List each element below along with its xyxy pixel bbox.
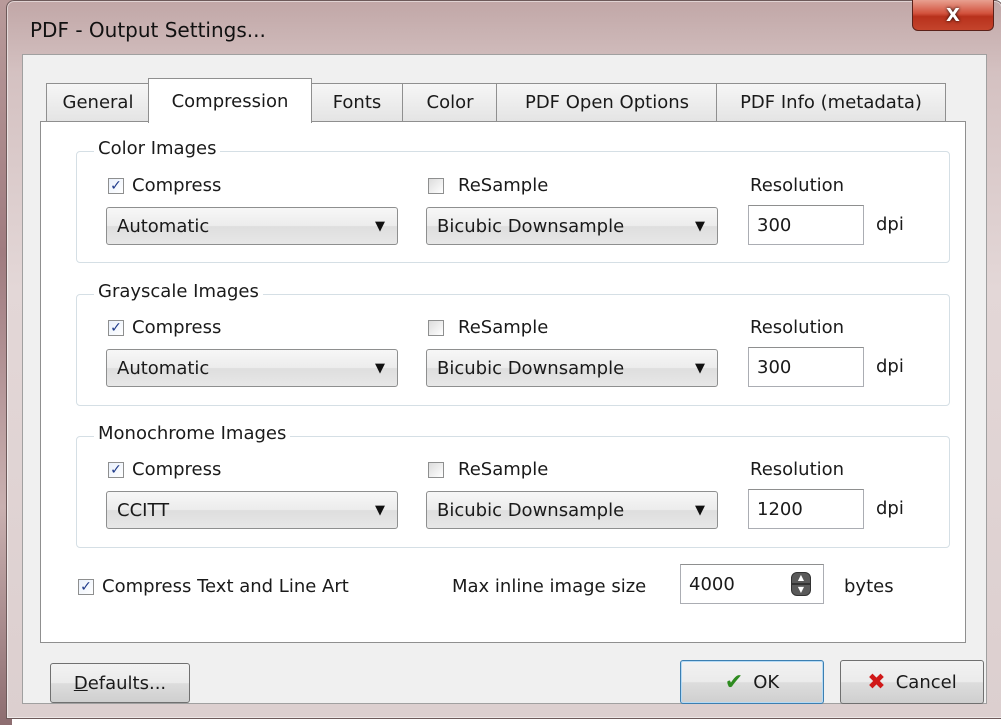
max-inline-image-size-label: Max inline image size xyxy=(452,576,647,597)
monochrome-dpi-label: dpi xyxy=(876,498,904,519)
color-compression-method-select[interactable]: Automatic ▼ xyxy=(106,207,398,245)
checkmark-icon: ✔ xyxy=(724,669,744,695)
close-icon: X xyxy=(946,4,960,26)
monochrome-compress-checkbox[interactable]: ✓ Compress xyxy=(108,459,221,480)
grayscale-resolution-label: Resolution xyxy=(750,317,845,338)
monochrome-compression-method-select[interactable]: CCITT ▼ xyxy=(106,491,398,529)
dropdown-arrow-icon: ▼ xyxy=(375,218,385,234)
dropdown-arrow-icon: ▼ xyxy=(695,502,705,518)
grayscale-compress-checkbox[interactable]: ✓ Compress xyxy=(108,317,221,338)
color-compress-checkbox[interactable]: ✓ Compress xyxy=(108,175,221,196)
tab-compression[interactable]: Compression xyxy=(148,78,312,123)
cancel-x-icon: ✖ xyxy=(867,669,886,695)
monochrome-resample-method-select[interactable]: Bicubic Downsample ▼ xyxy=(426,491,718,529)
monochrome-resolution-input[interactable]: 1200 xyxy=(748,489,864,529)
dropdown-arrow-icon: ▼ xyxy=(375,360,385,376)
tab-pdf-info[interactable]: PDF Info (metadata) xyxy=(716,83,946,121)
color-resample-checkbox[interactable]: ReSample xyxy=(428,175,548,196)
checkmark-icon: ✓ xyxy=(78,578,94,595)
checkmark-icon: ✓ xyxy=(108,461,124,478)
dropdown-arrow-icon: ▼ xyxy=(375,502,385,518)
monochrome-resample-checkbox[interactable]: ReSample xyxy=(428,459,548,480)
monochrome-resolution-label: Resolution xyxy=(750,459,845,480)
defaults-button[interactable]: Defaults... xyxy=(50,663,190,703)
grayscale-resample-method-select[interactable]: Bicubic Downsample ▼ xyxy=(426,349,718,387)
checkmark-icon: ✓ xyxy=(108,319,124,336)
tab-general[interactable]: General xyxy=(46,83,150,121)
monochrome-images-title: Monochrome Images xyxy=(94,423,291,444)
tab-color[interactable]: Color xyxy=(402,83,498,121)
grayscale-resample-checkbox[interactable]: ReSample xyxy=(428,317,548,338)
color-images-title: Color Images xyxy=(94,138,221,159)
ok-button[interactable]: ✔ OK xyxy=(680,660,824,704)
window-title: PDF - Output Settings... xyxy=(30,18,266,42)
color-resolution-label: Resolution xyxy=(750,175,845,196)
dropdown-arrow-icon: ▼ xyxy=(695,218,705,234)
tab-pdf-open-options[interactable]: PDF Open Options xyxy=(496,83,718,121)
color-resample-method-select[interactable]: Bicubic Downsample ▼ xyxy=(426,207,718,245)
grayscale-compression-method-select[interactable]: Automatic ▼ xyxy=(106,349,398,387)
dropdown-arrow-icon: ▼ xyxy=(695,360,705,376)
color-resolution-input[interactable]: 300 xyxy=(748,205,864,245)
color-dpi-label: dpi xyxy=(876,214,904,235)
checkmark-icon: ✓ xyxy=(108,177,124,194)
grayscale-resolution-input[interactable]: 300 xyxy=(748,347,864,387)
tab-fonts[interactable]: Fonts xyxy=(310,83,404,121)
spin-updown-icon[interactable]: ▲ ▼ xyxy=(790,571,812,597)
bytes-unit-label: bytes xyxy=(844,576,894,597)
cancel-button[interactable]: ✖ Cancel xyxy=(840,660,984,704)
grayscale-dpi-label: dpi xyxy=(876,356,904,377)
grayscale-images-title: Grayscale Images xyxy=(94,281,263,302)
close-button[interactable]: X xyxy=(912,0,994,31)
compress-text-line-art-checkbox[interactable]: ✓ Compress Text and Line Art xyxy=(78,576,349,597)
